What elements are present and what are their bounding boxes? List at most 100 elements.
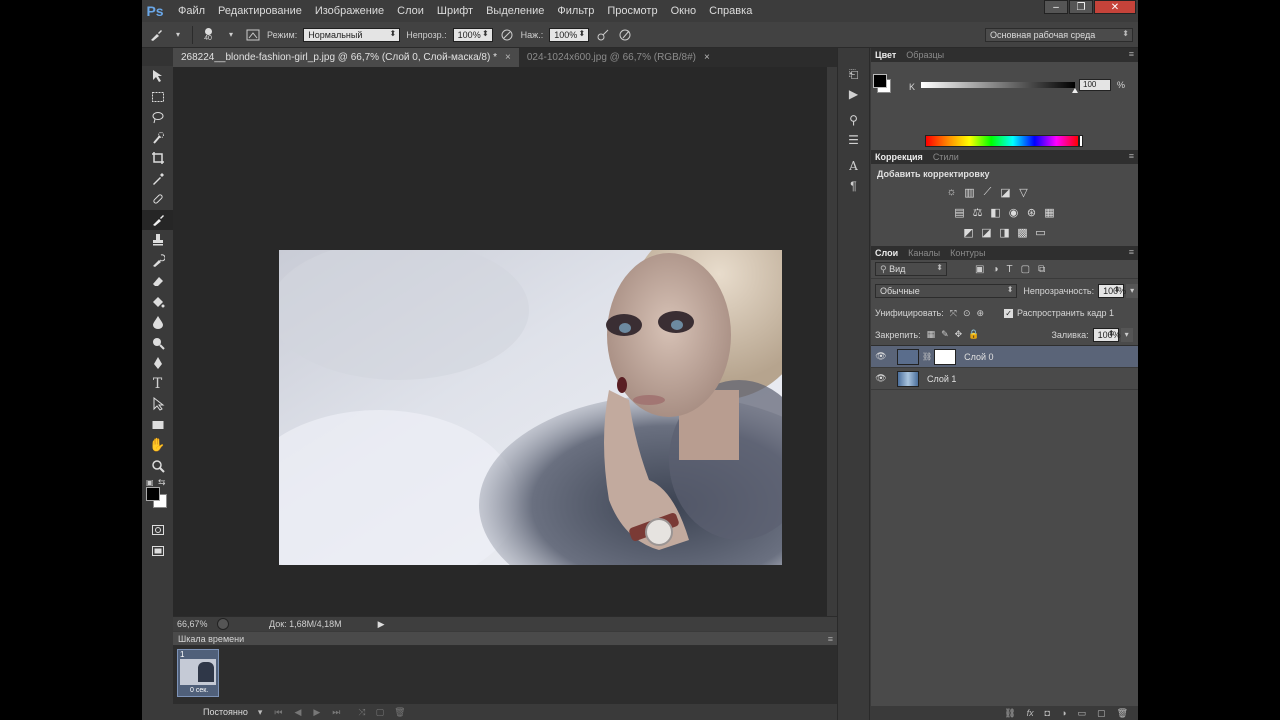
fill-field[interactable]: 100% xyxy=(1092,327,1121,342)
unify-visibility-icon[interactable]: ⊙ xyxy=(963,308,971,319)
brush-presets-icon[interactable]: ⚲ xyxy=(838,110,869,130)
tab-paths[interactable]: Контуры xyxy=(950,248,985,258)
layer-style-icon[interactable]: fx xyxy=(1027,708,1034,718)
blur-tool-icon[interactable] xyxy=(142,312,173,333)
foreground-color-swatch[interactable] xyxy=(873,74,887,88)
propagate-checkbox[interactable]: ✓ xyxy=(1004,308,1014,318)
filter-smart-object-icon[interactable]: ⧉ xyxy=(1038,264,1045,275)
opacity-field[interactable]: 100% xyxy=(452,27,493,42)
eyedropper-tool-icon[interactable] xyxy=(142,169,173,190)
dodge-tool-icon[interactable] xyxy=(142,333,173,354)
delete-frame-icon[interactable]: 🗑 xyxy=(394,707,405,718)
exposure-icon[interactable]: ◪ xyxy=(999,185,1013,199)
brush-picker-dropdown-icon[interactable]: ▾ xyxy=(223,27,239,43)
unify-style-icon[interactable]: ⊕ xyxy=(977,308,985,319)
brush-panel-toggle-icon[interactable] xyxy=(245,27,261,43)
move-tool-icon[interactable] xyxy=(142,66,173,87)
tool-preset-dropdown-icon[interactable]: ▾ xyxy=(170,27,186,43)
document-image[interactable] xyxy=(279,250,782,565)
timeline-menu-icon[interactable]: ≡ xyxy=(828,634,833,644)
clone-stamp-tool-icon[interactable] xyxy=(142,230,173,251)
channel-value-field[interactable]: 100 xyxy=(1079,79,1111,91)
default-colors-icon[interactable]: ▣ xyxy=(146,478,154,487)
tab-color[interactable]: Цвет xyxy=(875,50,896,60)
brush-tool-icon[interactable] xyxy=(142,209,173,230)
brightness-contrast-icon[interactable]: ☼ xyxy=(945,185,959,199)
minimize-button[interactable]: – xyxy=(1044,0,1068,14)
eraser-tool-icon[interactable] xyxy=(142,271,173,292)
timeline-frame[interactable]: 1 0 сек. xyxy=(177,649,219,697)
link-layers-icon[interactable]: ⛓ xyxy=(1004,708,1015,719)
slider-handle-icon[interactable] xyxy=(1072,88,1078,93)
layer-mask-thumbnail[interactable] xyxy=(934,348,957,365)
threshold-icon[interactable]: ◨ xyxy=(998,225,1012,239)
opacity-dropdown-icon[interactable]: ▾ xyxy=(1126,283,1138,298)
status-info-icon[interactable] xyxy=(217,618,229,630)
loop-select[interactable]: Постоянно xyxy=(203,707,248,717)
tab-close-icon[interactable]: × xyxy=(704,52,710,63)
menu-image[interactable]: Изображение xyxy=(315,5,384,17)
levels-icon[interactable]: ▥ xyxy=(963,185,977,199)
tab-close-icon[interactable]: × xyxy=(505,52,511,63)
menu-select[interactable]: Выделение xyxy=(486,5,544,17)
history-panel-icon[interactable]: ⎗ xyxy=(838,64,869,84)
blend-mode-select[interactable]: Обычные xyxy=(875,283,1018,298)
menu-type[interactable]: Шрифт xyxy=(437,5,473,17)
status-menu-arrow-icon[interactable]: ▶ xyxy=(378,619,385,630)
brush-size-picker[interactable]: 40 xyxy=(199,27,217,42)
visibility-eye-icon[interactable]: 👁 xyxy=(871,373,891,384)
foreground-color-swatch[interactable] xyxy=(146,487,160,501)
selective-color-icon[interactable]: ▩ xyxy=(1016,225,1030,239)
vibrance-icon[interactable]: ▽ xyxy=(1017,185,1031,199)
rectangle-tool-icon[interactable] xyxy=(142,415,173,436)
quick-selection-tool-icon[interactable] xyxy=(142,128,173,149)
actions-panel-icon[interactable]: ▶ xyxy=(838,84,869,104)
opacity-pressure-icon[interactable] xyxy=(499,27,515,43)
crop-tool-icon[interactable] xyxy=(142,148,173,169)
black-white-icon[interactable]: ◧ xyxy=(989,205,1003,219)
tab-styles[interactable]: Стили xyxy=(933,152,959,162)
new-layer-icon[interactable]: ▢ xyxy=(1097,708,1106,719)
new-frame-icon[interactable]: ▢ xyxy=(376,707,385,718)
hand-tool-icon[interactable]: ✋ xyxy=(142,435,173,456)
workspace-select[interactable]: Основная рабочая среда xyxy=(985,28,1133,42)
filter-pixel-icon[interactable]: ▣ xyxy=(975,264,984,275)
path-selection-tool-icon[interactable] xyxy=(142,394,173,415)
menu-help[interactable]: Справка xyxy=(709,5,752,17)
layer-row[interactable]: 👁 ⛓ Слой 0 xyxy=(871,346,1138,368)
filter-shape-icon[interactable]: ▢ xyxy=(1021,264,1030,275)
black-slider[interactable] xyxy=(921,82,1075,88)
layer-name[interactable]: Слой 0 xyxy=(964,352,993,362)
brush-settings-icon[interactable]: ☰ xyxy=(838,130,869,150)
pressure-field[interactable]: 100% xyxy=(549,27,590,42)
tab-layers[interactable]: Слои xyxy=(875,248,898,258)
mode-select[interactable]: Нормальный xyxy=(303,27,401,42)
tween-icon[interactable]: ⤨ xyxy=(358,707,365,718)
menu-window[interactable]: Окно xyxy=(671,5,697,17)
close-button[interactable]: ✕ xyxy=(1094,0,1136,14)
marquee-tool-icon[interactable] xyxy=(142,87,173,108)
lock-transparent-icon[interactable]: ▦ xyxy=(927,329,936,340)
layer-opacity-field[interactable]: 100% xyxy=(1098,283,1126,298)
new-group-icon[interactable]: ▭ xyxy=(1078,708,1087,719)
delete-layer-icon[interactable]: 🗑 xyxy=(1117,708,1128,719)
airbrush-icon[interactable] xyxy=(595,27,611,43)
menu-edit[interactable]: Редактирование xyxy=(218,5,302,17)
menu-file[interactable]: Файл xyxy=(178,5,205,17)
type-tool-icon[interactable]: T xyxy=(142,374,173,395)
layer-row[interactable]: 👁 Слой 1 xyxy=(871,368,1138,390)
channel-mixer-icon[interactable]: ⊛ xyxy=(1025,205,1039,219)
invert-icon[interactable]: ◩ xyxy=(962,225,976,239)
paint-bucket-tool-icon[interactable] xyxy=(142,292,173,313)
fill-dropdown-icon[interactable]: ▾ xyxy=(1120,327,1133,342)
color-lookup-icon[interactable]: ▦ xyxy=(1043,205,1057,219)
restore-button[interactable]: ❐ xyxy=(1069,0,1093,14)
tablet-pressure-size-icon[interactable] xyxy=(617,27,633,43)
add-mask-icon[interactable]: ◘ xyxy=(1045,708,1050,718)
ramp-white-block[interactable] xyxy=(1079,135,1083,147)
menu-filter[interactable]: Фильтр xyxy=(557,5,594,17)
visibility-eye-icon[interactable]: 👁 xyxy=(871,351,891,362)
history-brush-tool-icon[interactable] xyxy=(142,251,173,272)
filter-type-icon[interactable]: T xyxy=(1007,264,1013,275)
panel-menu-icon[interactable]: ≡ xyxy=(1129,49,1134,59)
